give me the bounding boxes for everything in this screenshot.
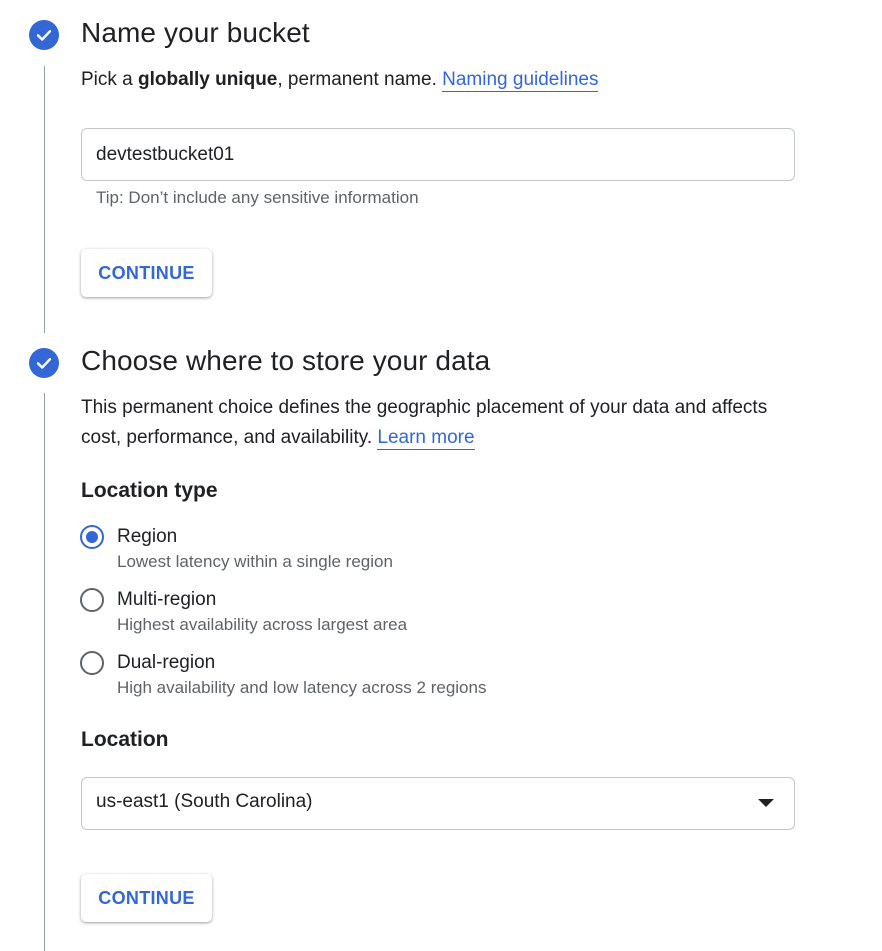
bucket-name-input[interactable] — [81, 128, 795, 181]
learn-more-link[interactable]: Learn more — [377, 427, 475, 450]
location-select-value: us-east1 (South Carolina) — [96, 791, 313, 812]
check-circle-icon — [29, 20, 59, 50]
step-connector-line — [44, 66, 45, 333]
naming-guidelines-link[interactable]: Naming guidelines — [442, 69, 599, 92]
location-type-label: Location type — [81, 479, 218, 502]
step-connector-line — [44, 393, 45, 951]
bucket-name-tip: Tip: Don’t include any sensitive informa… — [96, 188, 419, 207]
description-text: Pick a — [81, 69, 139, 90]
radio-label: Dual-region — [117, 652, 216, 673]
step-title-name-bucket: Name your bucket — [81, 17, 310, 48]
location-description: This permanent choice defines the geogra… — [81, 393, 801, 453]
radio-description: Highest availability across largest area — [117, 615, 408, 634]
radio-button-checked[interactable] — [80, 525, 104, 549]
radio-label: Region — [117, 526, 178, 547]
location-select[interactable]: us-east1 (South Carolina) — [81, 777, 795, 830]
step-title-store-data: Choose where to store your data — [81, 345, 491, 376]
continue-button-step1[interactable]: CONTINUE — [81, 249, 212, 297]
radio-description: High availability and low latency across… — [117, 678, 487, 697]
location-label: Location — [81, 728, 169, 751]
continue-button-step2[interactable]: CONTINUE — [81, 874, 212, 922]
radio-label: Multi-region — [117, 589, 217, 610]
radio-button[interactable] — [80, 651, 104, 675]
bucket-name-description: Pick a globally unique, permanent name. … — [81, 65, 599, 95]
caret-down-icon — [758, 799, 774, 807]
description-text: , permanent name. — [277, 69, 443, 90]
description-emphasis: globally unique — [138, 69, 278, 90]
check-circle-icon — [29, 348, 59, 378]
radio-description: Lowest latency within a single region — [117, 552, 393, 571]
radio-button[interactable] — [80, 588, 104, 612]
